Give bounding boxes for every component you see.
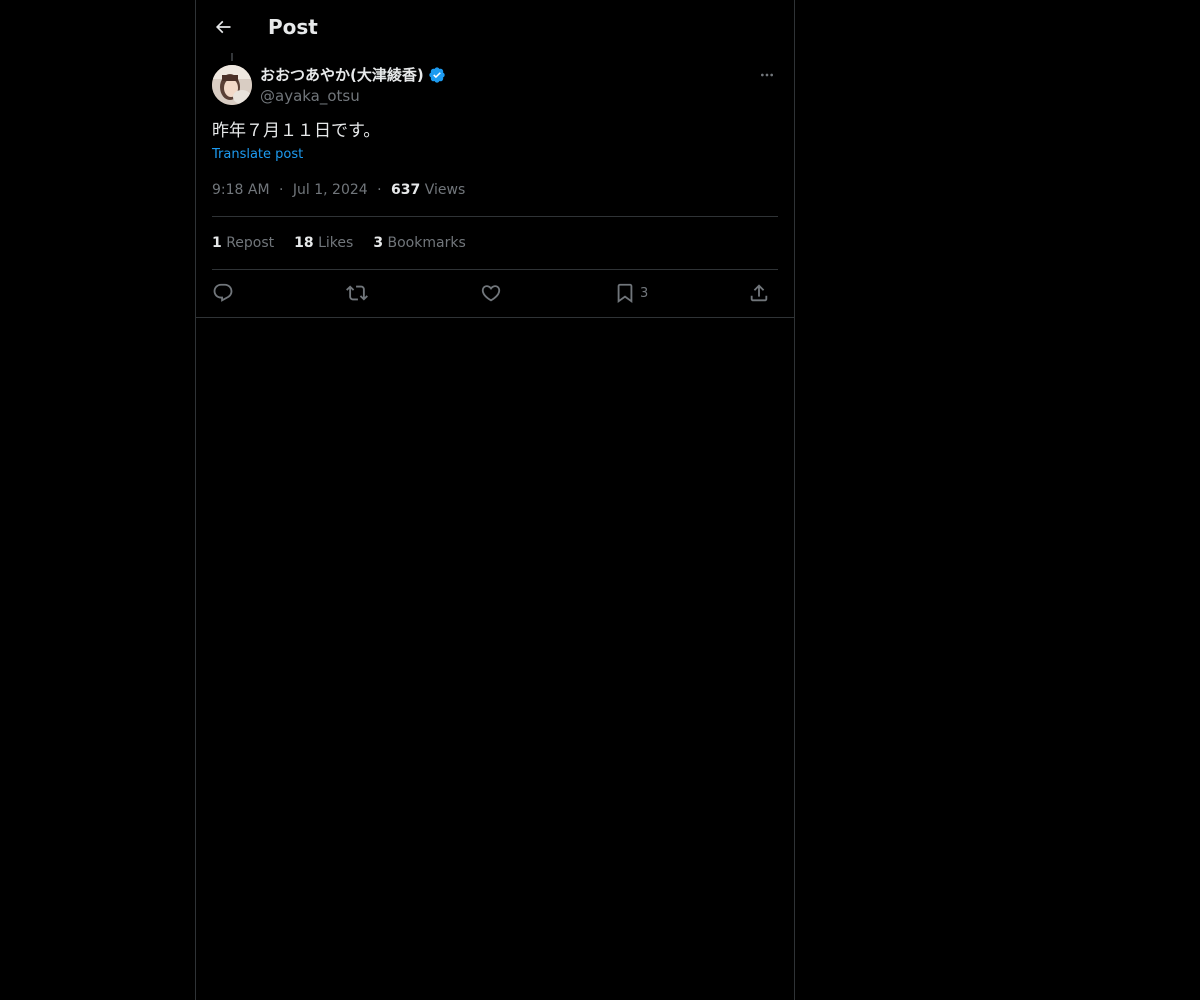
bookmarks-count: 3 [373, 235, 384, 251]
divider-top [212, 216, 778, 217]
bookmark-count: 3 [640, 286, 649, 301]
share-icon [750, 284, 768, 302]
arrow-left-icon [215, 20, 231, 34]
divider-bottom [212, 269, 778, 270]
likes-stat[interactable]: 18 Likes [294, 232, 353, 254]
bookmarks-label: Bookmarks [387, 235, 466, 251]
reposts-stat[interactable]: 1 Repost [212, 232, 274, 254]
reposts-count: 1 [212, 235, 222, 251]
post-bottom-border [196, 317, 794, 318]
engagement-stats: 1 Repost 18 Likes 3 Bookmarks [212, 232, 466, 254]
likes-label: Likes [318, 235, 354, 251]
avatar[interactable] [212, 65, 252, 105]
page-title: Post [268, 15, 318, 39]
display-name[interactable]: おおつあやか(大津綾香) [260, 65, 424, 85]
post-text: 昨年７月１１日です。 [212, 121, 381, 141]
likes-count: 18 [294, 235, 314, 251]
thread-line [231, 53, 233, 61]
views-count: 637 [391, 182, 421, 198]
meta-separator: · [279, 182, 284, 198]
repost-button[interactable] [346, 280, 368, 306]
heart-icon [481, 285, 501, 302]
reply-icon [213, 283, 233, 302]
bookmark-button[interactable]: 3 [614, 280, 648, 306]
repost-icon [346, 285, 368, 301]
header: Post [196, 0, 794, 53]
reposts-label: Repost [226, 235, 275, 251]
bookmark-icon [617, 283, 633, 304]
share-button[interactable] [748, 280, 770, 306]
primary-column: Post おおつあやか(大津綾香) @ayaka_otsu 昨年７月１１日です。… [195, 0, 795, 1000]
meta-separator: · [377, 182, 382, 198]
reply-button[interactable] [212, 280, 234, 306]
like-button[interactable] [480, 280, 502, 306]
author-row: おおつあやか(大津綾香) @ayaka_otsu [212, 65, 778, 107]
post-date[interactable]: Jul 1, 2024 [293, 182, 368, 198]
action-bar: 3 [212, 280, 778, 306]
more-options-button[interactable] [756, 65, 778, 85]
back-button[interactable] [208, 12, 238, 42]
verified-badge-icon [428, 66, 446, 84]
bookmarks-stat[interactable]: 3 Bookmarks [373, 232, 465, 254]
post-time[interactable]: 9:18 AM [212, 182, 270, 198]
views-label: Views [424, 182, 466, 198]
user-handle[interactable]: @ayaka_otsu [260, 86, 360, 106]
translate-post-link[interactable]: Translate post [212, 145, 303, 165]
post-meta: 9:18 AM · Jul 1, 2024 · 637 Views [212, 179, 465, 201]
name-line: おおつあやか(大津綾香) [260, 65, 446, 85]
avatar-image [212, 65, 252, 105]
more-horizontal-icon [761, 73, 773, 77]
